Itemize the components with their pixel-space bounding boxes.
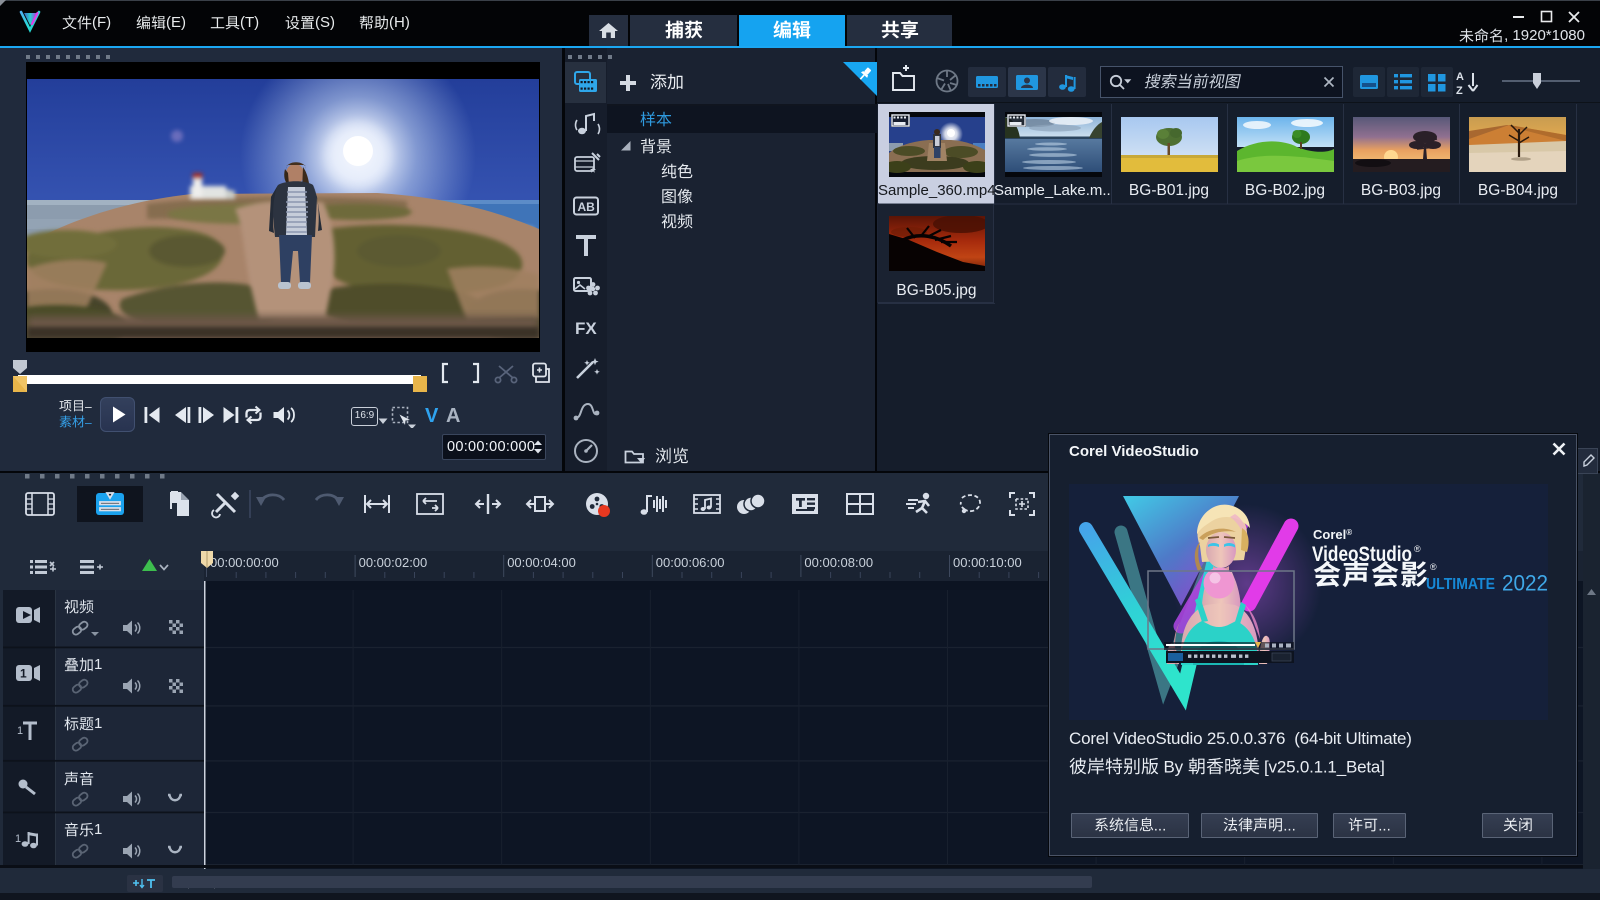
svg-text:ULTIMATE: ULTIMATE xyxy=(1426,576,1495,593)
svg-text:00:00:10:00: 00:00:10:00 xyxy=(953,555,1022,570)
svg-text:Z: Z xyxy=(1456,85,1463,96)
svg-text:A: A xyxy=(1456,71,1464,83)
svg-text:00:00:00:00: 00:00:00:00 xyxy=(210,555,279,570)
svg-text:2022: 2022 xyxy=(1502,571,1548,596)
svg-text:1: 1 xyxy=(20,667,27,681)
svg-text:®: ® xyxy=(1414,544,1421,554)
svg-text:1: 1 xyxy=(17,725,23,737)
svg-text:Corel®: Corel® xyxy=(1313,527,1352,542)
svg-text:AB: AB xyxy=(578,200,596,214)
svg-text:00:00:06:00: 00:00:06:00 xyxy=(656,555,725,570)
svg-text:00:00:04:00: 00:00:04:00 xyxy=(507,555,576,570)
svg-text:00:00:08:00: 00:00:08:00 xyxy=(804,555,873,570)
svg-text:00:00:02:00: 00:00:02:00 xyxy=(359,555,428,570)
svg-text:1: 1 xyxy=(15,833,21,845)
svg-text:FX: FX xyxy=(575,319,597,338)
